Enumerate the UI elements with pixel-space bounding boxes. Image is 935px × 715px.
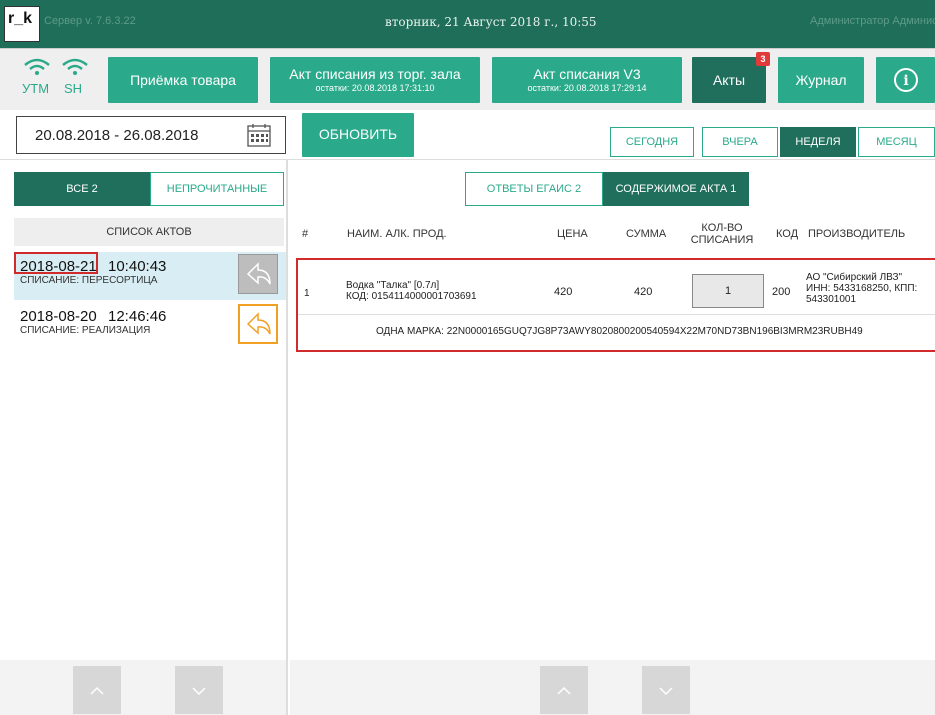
date-range-value: 20.08.2018 - 26.08.2018 bbox=[35, 127, 199, 144]
period-week[interactable]: НЕДЕЛЯ bbox=[780, 127, 856, 157]
acts-label: Акты bbox=[712, 72, 746, 88]
right-pager bbox=[290, 660, 935, 715]
producer-kpp: 543301001 bbox=[806, 294, 857, 305]
chevron-down-icon bbox=[659, 687, 673, 696]
act-row[interactable]: 2018-08-20 12:46:46 СПИСАНИЕ: РЕАЛИЗАЦИЯ bbox=[14, 302, 286, 350]
excise-mark: ОДНА МАРКА: 22N0000165GUQ7JG8P73AWY80208… bbox=[376, 326, 863, 337]
app-logo: r_k bbox=[4, 6, 40, 42]
left-pager bbox=[0, 660, 286, 715]
journal-button[interactable]: Журнал bbox=[778, 57, 864, 103]
refresh-label: ОБНОВИТЬ bbox=[318, 126, 398, 142]
info-icon: i bbox=[894, 68, 918, 92]
producer-inn: ИНН: 5433168250, КПП: bbox=[806, 283, 918, 294]
act-item-row[interactable]: 1 Водка "Талка" [0.7л] КОД: 015411400000… bbox=[296, 258, 935, 352]
receive-goods-label: Приёмка товара bbox=[130, 72, 236, 88]
col-producer: ПРОИЗВОДИТЕЛЬ bbox=[808, 228, 906, 240]
chevron-up-icon bbox=[557, 686, 571, 695]
col-name: НАИМ. АЛК. ПРОД. bbox=[347, 228, 447, 240]
wifi-sh-icon bbox=[62, 58, 88, 75]
tab-egais-answers[interactable]: ОТВЕТЫ ЕГАИС 2 bbox=[465, 172, 603, 206]
period-today[interactable]: СЕГОДНЯ bbox=[610, 127, 694, 157]
tab-act-content[interactable]: СОДЕРЖИМОЕ АКТА 1 bbox=[603, 172, 749, 206]
sh-label: SH bbox=[64, 81, 83, 96]
refresh-button[interactable]: ОБНОВИТЬ bbox=[302, 113, 414, 157]
col-num: # bbox=[302, 228, 309, 240]
act-kind: СПИСАНИЕ: РЕАЛИЗАЦИЯ bbox=[20, 325, 151, 336]
item-code: 200 bbox=[772, 286, 791, 298]
acts-list-panel: ВСЕ 2 НЕПРОЧИТАННЫЕ СПИСОК АКТОВ 2018-08… bbox=[0, 160, 288, 715]
date-range-picker[interactable]: 20.08.2018 - 26.08.2018 bbox=[16, 116, 286, 154]
writeoff-v3-label: Акт списания V3 bbox=[533, 66, 641, 82]
reply-arrow-icon bbox=[246, 312, 271, 335]
acts-count-badge: 3 bbox=[756, 52, 770, 66]
chevron-down-icon bbox=[192, 687, 206, 696]
period-month[interactable]: МЕСЯЦ bbox=[858, 127, 935, 157]
period-yesterday[interactable]: ВЧЕРА bbox=[702, 127, 778, 157]
current-user[interactable]: Администратор Администратор bbox=[810, 15, 935, 27]
title-bar: r_k Сервер v. 7.6.3.22 вторник, 21 Авгус… bbox=[0, 0, 935, 48]
act-reply-button[interactable] bbox=[238, 254, 278, 294]
calendar-icon[interactable] bbox=[247, 123, 271, 147]
scroll-up-button[interactable] bbox=[540, 666, 588, 714]
writeoff-v3-sublabel: остатки: 20.08.2018 17:29:14 bbox=[527, 83, 647, 93]
filter-row: 20.08.2018 - 26.08.2018 ОБНОВИТЬ СЕГОДНЯ… bbox=[0, 110, 935, 160]
info-button[interactable]: i bbox=[876, 57, 935, 103]
col-code: КОД bbox=[776, 228, 799, 240]
journal-label: Журнал bbox=[795, 72, 847, 88]
item-sum: 420 bbox=[634, 286, 653, 298]
highlight-act-date bbox=[14, 252, 98, 274]
scroll-down-button[interactable] bbox=[642, 666, 690, 714]
writeoff-hall-sublabel: остатки: 20.08.2018 17:31:10 bbox=[315, 83, 435, 93]
reply-arrow-icon bbox=[246, 262, 271, 285]
main-toolbar: УТМ SH Приёмка товара Акт списания из то… bbox=[0, 48, 935, 110]
current-datetime: вторник, 21 Август 2018 г., 10:55 bbox=[385, 15, 597, 29]
act-kind: СПИСАНИЕ: ПЕРЕСОРТИЦА bbox=[20, 275, 158, 286]
quantity-input[interactable]: 1 bbox=[692, 274, 764, 308]
act-time: 10:40:43 bbox=[108, 258, 167, 275]
col-qty: КОЛ-ВО СПИСАНИЯ bbox=[690, 222, 754, 246]
row-divider bbox=[298, 314, 935, 315]
item-num: 1 bbox=[304, 288, 310, 299]
act-reply-button[interactable] bbox=[238, 304, 278, 344]
tab-unread[interactable]: НЕПРОЧИТАННЫЕ bbox=[150, 172, 284, 206]
item-price: 420 bbox=[554, 286, 573, 298]
acts-button[interactable]: Акты 3 bbox=[692, 52, 770, 103]
acts-list-header: СПИСОК АКТОВ bbox=[14, 218, 284, 246]
receive-goods-button[interactable]: Приёмка товара bbox=[108, 57, 258, 103]
act-detail-panel: ОТВЕТЫ ЕГАИС 2 СОДЕРЖИМОЕ АКТА 1 # НАИМ.… bbox=[290, 160, 935, 715]
act-date: 2018-08-20 bbox=[20, 308, 97, 325]
scroll-down-button[interactable] bbox=[175, 666, 223, 714]
wifi-utm-icon bbox=[24, 58, 50, 75]
act-time: 12:46:46 bbox=[108, 308, 167, 325]
item-alc-code: КОД: 0154114000001703691 bbox=[346, 291, 477, 302]
scroll-up-button[interactable] bbox=[73, 666, 121, 714]
server-version: Сервер v. 7.6.3.22 bbox=[44, 15, 136, 27]
chevron-up-icon bbox=[90, 686, 104, 695]
connection-status: УТМ SH bbox=[22, 57, 92, 103]
writeoff-v3-button[interactable]: Акт списания V3 остатки: 20.08.2018 17:2… bbox=[492, 57, 682, 103]
col-price: ЦЕНА bbox=[557, 228, 588, 240]
writeoff-hall-label: Акт списания из торг. зала bbox=[289, 66, 461, 82]
producer-name: АО "Сибирский ЛВЗ" bbox=[806, 272, 903, 283]
item-name: Водка "Талка" [0.7л] bbox=[346, 280, 440, 291]
writeoff-hall-button[interactable]: Акт списания из торг. зала остатки: 20.0… bbox=[270, 57, 480, 103]
tab-all[interactable]: ВСЕ 2 bbox=[14, 172, 150, 206]
info-glyph: i bbox=[903, 73, 908, 89]
utm-label: УТМ bbox=[22, 81, 50, 96]
col-sum: СУММА bbox=[626, 228, 667, 240]
